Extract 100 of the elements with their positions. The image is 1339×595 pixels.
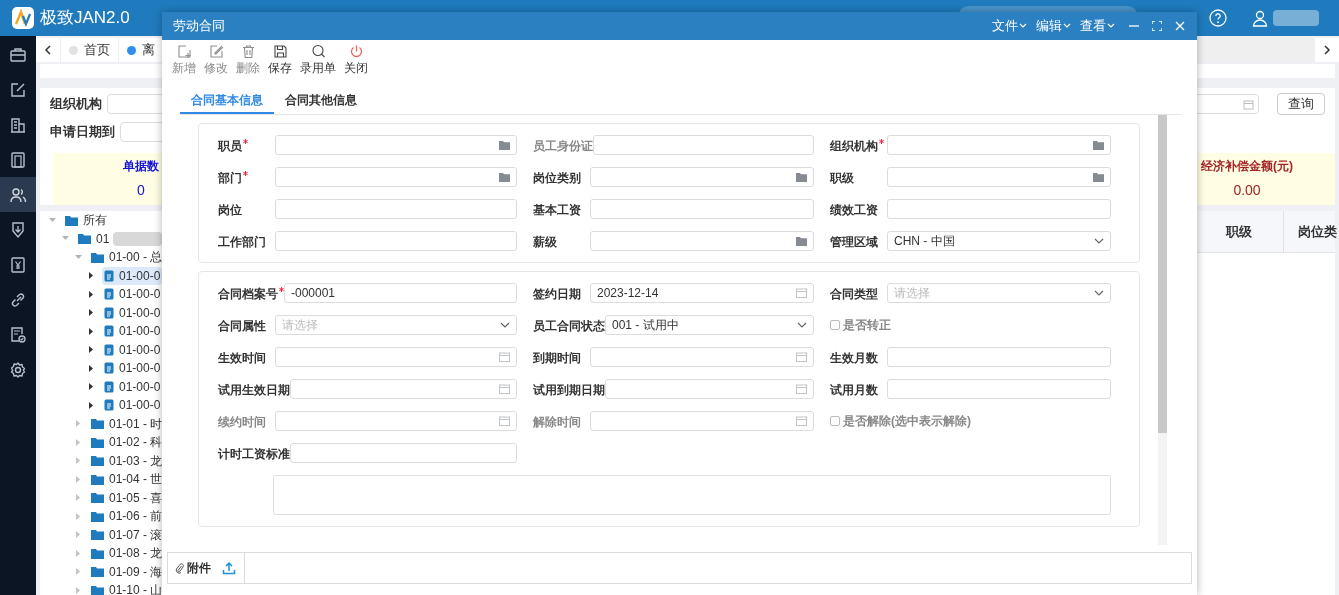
tree-item[interactable]: 01-00-0 — [102, 322, 163, 341]
lookup-field[interactable] — [887, 167, 1111, 187]
tree-item[interactable]: 01-03 - 龙 — [89, 451, 165, 470]
field-label: 试用生效日期 — [218, 382, 290, 399]
column-header[interactable]: 岗位类 — [1298, 221, 1337, 242]
text-area-field[interactable] — [273, 475, 1111, 515]
field-label: 合同类型 — [830, 286, 878, 303]
help-icon[interactable] — [1209, 9, 1227, 27]
expand-arrow-icon[interactable] — [87, 382, 96, 392]
date-field[interactable] — [605, 379, 814, 399]
tree-item[interactable]: 01-00-0 — [102, 285, 163, 304]
date-field[interactable] — [275, 347, 517, 367]
attachment-label: 附件 — [187, 560, 211, 577]
menu-button[interactable]: 编辑 — [1036, 16, 1071, 36]
date-field[interactable] — [590, 411, 814, 431]
page-tab[interactable]: 首页 — [61, 38, 118, 62]
input-field[interactable] — [275, 199, 517, 219]
expand-arrow-icon[interactable] — [87, 363, 96, 373]
expand-arrow-icon[interactable] — [87, 400, 96, 410]
tree-item[interactable]: 01-06 - 前 — [89, 507, 165, 526]
nav-button[interactable] — [0, 177, 36, 212]
field-label: 续约时间 — [218, 414, 266, 431]
date-field[interactable] — [590, 347, 814, 367]
tree-item[interactable]: 01-10 - 山 — [89, 581, 165, 595]
query-button[interactable]: 查询 — [1277, 93, 1325, 115]
close-icon — [1175, 21, 1185, 31]
upload-button[interactable] — [222, 561, 236, 575]
tree-item[interactable]: 01-01 - 时 — [89, 414, 165, 433]
scroll-left-button[interactable] — [36, 38, 60, 62]
dropdown-field[interactable]: CHN - 中国 — [887, 231, 1111, 251]
field-label: 生效时间 — [218, 350, 266, 367]
tree-item[interactable]: 01-00-0 — [102, 340, 163, 359]
field-label: 薪级 — [533, 234, 557, 251]
input-field[interactable] — [593, 135, 814, 155]
expand-arrow-icon[interactable] — [87, 308, 96, 318]
lookup-field[interactable] — [275, 135, 517, 155]
input-field[interactable] — [290, 443, 517, 463]
input-field[interactable] — [275, 231, 517, 251]
tree-item[interactable]: 01-08 - 龙 — [89, 544, 165, 563]
lookup-field[interactable] — [275, 167, 517, 187]
column-header[interactable]: 职级 — [1225, 221, 1252, 242]
tree-item[interactable]: 01-07 - 滚 — [89, 525, 165, 544]
summary-value: 0 — [137, 181, 145, 200]
field-label: 试用月数 — [830, 382, 878, 399]
date-field[interactable]: 2023-12-14 — [590, 283, 814, 303]
tree-item[interactable]: 01-09 - 海 — [89, 562, 165, 581]
collapse-arrow-icon[interactable] — [48, 215, 57, 225]
menu-button[interactable]: 查看 — [1080, 16, 1115, 36]
form-tab[interactable]: 合同其他信息 — [274, 87, 368, 114]
lookup-field[interactable] — [590, 167, 814, 187]
tree-item[interactable]: 01-04 - 世 — [89, 470, 165, 489]
date-field[interactable] — [290, 379, 517, 399]
tree-item[interactable]: 01-02 - 科 — [89, 433, 165, 452]
lookup-field[interactable] — [887, 135, 1111, 155]
expand-arrow-icon[interactable] — [87, 271, 96, 281]
toolbar-button[interactable]: 关闭 — [344, 44, 368, 75]
document-icon — [104, 288, 114, 301]
toolbar-button[interactable]: 保存 — [268, 44, 292, 75]
trash-icon — [240, 44, 256, 59]
tree-item[interactable]: 01-00-0 — [102, 396, 163, 415]
chevron-down-icon — [797, 322, 807, 328]
expand-arrow-icon[interactable] — [87, 326, 96, 336]
input-field[interactable] — [887, 379, 1111, 399]
tree-item[interactable]: 所有 — [63, 211, 109, 230]
folder-icon — [499, 140, 510, 150]
menu-button[interactable]: 文件 — [992, 16, 1027, 36]
field-label: 组织机构 — [50, 95, 103, 114]
tree-item[interactable]: 01-00-0 — [102, 377, 163, 396]
input-field[interactable] — [887, 199, 1111, 219]
toolbar-button[interactable]: 录用单 — [300, 44, 336, 75]
document-icon — [104, 325, 114, 338]
field-label: 岗位 — [218, 202, 242, 219]
tree-item[interactable]: 01 — [76, 229, 112, 248]
calendar-icon — [499, 352, 510, 362]
field-label: 签约日期 — [533, 286, 581, 303]
date-field[interactable] — [275, 411, 517, 431]
expand-arrow-icon[interactable] — [87, 289, 96, 299]
maximize-button[interactable] — [1152, 21, 1162, 31]
calendar-icon — [796, 416, 807, 426]
close-button[interactable] — [1175, 21, 1185, 31]
tree-item[interactable]: 01-00-0 — [102, 266, 163, 285]
scrollbar[interactable] — [1158, 115, 1167, 545]
lookup-field[interactable] — [590, 231, 814, 251]
document-icon — [104, 306, 114, 319]
folder-icon — [91, 455, 104, 467]
dropdown-field[interactable]: 001 - 试用中 — [605, 315, 814, 335]
tree-item[interactable]: 01-00 - 总 — [89, 248, 165, 267]
tree-item[interactable]: 01-00-0 — [102, 359, 163, 378]
input-field[interactable] — [887, 347, 1111, 367]
input-field[interactable]: -000001 — [284, 283, 517, 303]
form-tab[interactable]: 合同基本信息 — [180, 87, 274, 114]
app-title: 极致JAN2.0 — [40, 7, 130, 30]
page-tab[interactable]: 离 — [119, 38, 163, 62]
input-field[interactable] — [590, 199, 814, 219]
chevron-down-icon — [1063, 23, 1071, 29]
tree-item[interactable]: 01-00-0 — [102, 303, 163, 322]
user-icon[interactable] — [1251, 9, 1269, 27]
expand-arrow-icon[interactable] — [87, 345, 96, 355]
collapse-arrow-icon[interactable] — [74, 252, 83, 262]
tree-item[interactable]: 01-05 - 喜 — [89, 488, 165, 507]
